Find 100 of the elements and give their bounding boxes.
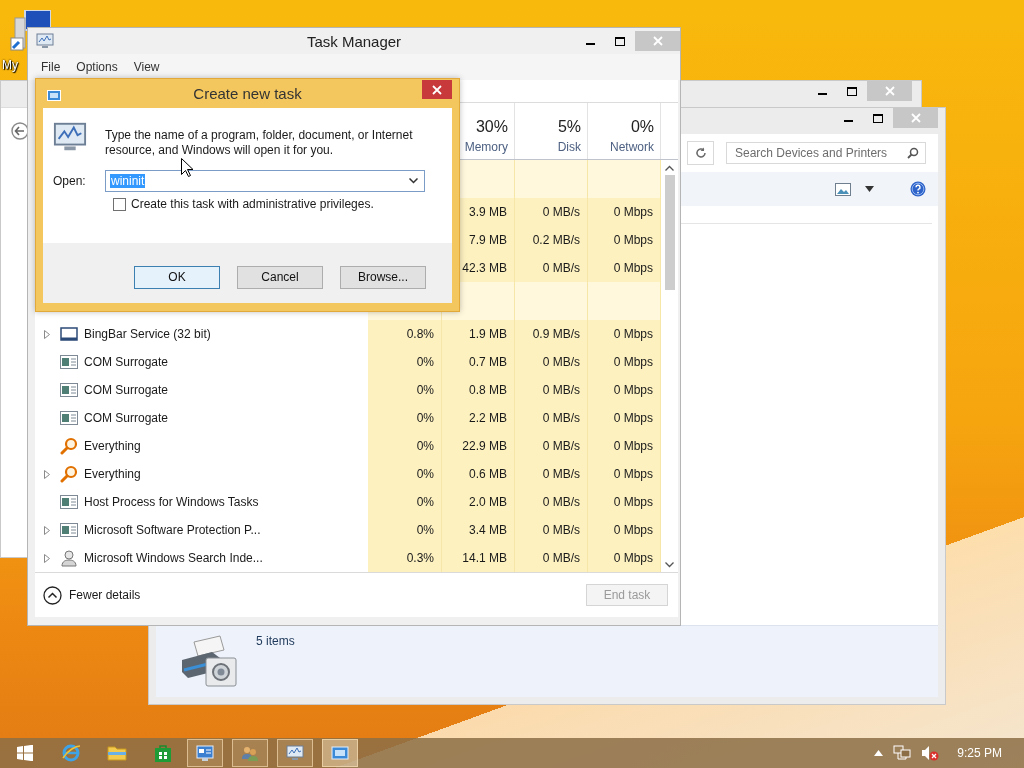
table-cell: 0 MB/s [515,254,588,282]
taskbar-button[interactable] [322,739,358,767]
process-name[interactable]: Host Process for Windows Tasks [84,495,259,509]
monitor-chart-icon [286,744,304,762]
window-icon [60,355,78,369]
table-cell: 0.2 MB/s [515,226,588,254]
close-button[interactable] [422,80,452,99]
dialog-button[interactable]: Browse... [340,265,426,289]
table-cell: 0.9 MB/s [515,320,588,348]
fewer-details-button[interactable]: Fewer details [43,585,141,605]
table-cell: 22.9 MB [442,432,515,460]
column-header[interactable]: Disk [557,140,581,154]
table-cell: 0 Mbps [588,516,661,544]
table-cell: 14.1 MB [442,544,515,572]
table-cell: 0% [368,516,442,544]
table-cell: 0 Mbps [588,226,661,254]
table-cell: 0 MB/s [515,404,588,432]
menu-item[interactable]: Options [76,60,118,74]
window-icon [60,411,78,425]
checkbox[interactable] [113,197,126,211]
window-title: Task Manager [306,32,402,50]
table-cell: 2.2 MB [442,404,515,432]
item-count: 5 items [256,634,295,648]
table-cell: 0% [368,460,442,488]
table-cell: 0.6 MB [442,460,515,488]
table-cell: 0 MB/s [515,460,588,488]
window-icon [331,746,349,760]
process-name[interactable]: COM Surrogate [84,355,169,369]
table-cell: 0 Mbps [588,376,661,404]
taskbar-button[interactable] [277,739,313,767]
browser-icon [61,743,81,763]
menu-item[interactable]: File [41,60,61,74]
dialog-title: Create new task [193,85,302,102]
users-icon [241,744,259,762]
window-icon [60,327,78,341]
process-name[interactable]: Microsoft Software Protection P... [84,523,261,537]
search-field[interactable]: Search Devices and Printers [726,142,926,164]
table-cell: 0 Mbps [588,432,661,460]
process-name[interactable]: Everything [84,439,141,453]
caret-icon [865,186,874,192]
table-cell: 0% [368,404,442,432]
close-icon [652,36,663,46]
taskbar-button[interactable] [187,739,223,767]
process-name[interactable]: COM Surrogate [84,411,169,425]
magnifier-icon [60,465,78,483]
scroll-down-icon [665,562,674,568]
table-cell: 0% [368,376,442,404]
table-cell: 0 MB/s [515,432,588,460]
table-cell: 0 Mbps [588,460,661,488]
table-cell: 0% [368,348,442,376]
table-cell: 2.0 MB [442,488,515,516]
user-icon [60,549,78,567]
muted-speaker-icon [921,745,940,761]
table-cell: 0 Mbps [588,404,661,432]
table-cell: 0.3% [368,544,442,572]
clock[interactable]: 9:25 PM [957,746,1002,760]
window-icon [60,495,78,509]
table-cell: 0% [368,488,442,516]
table-cell: 0 MB/s [515,488,588,516]
column-usage: 5% [557,118,581,136]
table-cell: 0 MB/s [515,348,588,376]
picture-frame-icon [835,182,851,196]
folder-icon [107,744,127,762]
dialog-message: Type the name of a program, folder, document, or Internet resource, and Windows will open it for you. [105,128,414,158]
search-icon [907,147,919,159]
control-panel-icon [196,744,214,762]
close-icon [884,86,895,96]
taskbar-button[interactable] [232,739,268,767]
table-cell: 0% [368,432,442,460]
help-icon [910,181,926,197]
mouse-cursor-icon [181,158,193,177]
table-cell: 0 MB/s [515,516,588,544]
checkbox-label[interactable]: Create this task with administrative privileges. [131,197,374,211]
scrollbar-thumb[interactable] [664,175,675,290]
dialog-button[interactable]: OK [134,265,220,289]
close-icon [910,113,921,123]
table-cell: 0 MB/s [515,544,588,572]
menu-item[interactable]: View [133,60,160,74]
refresh-button[interactable] [687,141,714,165]
table-cell: 0 Mbps [588,198,661,226]
table-cell: 0 Mbps [588,488,661,516]
table-cell: 0 Mbps [588,254,661,282]
process-name[interactable]: Microsoft Windows Search Inde... [84,551,263,565]
process-name[interactable]: COM Surrogate [84,383,169,397]
desktop-icon-label: My [1,58,18,72]
table-cell: 0 Mbps [588,320,661,348]
caret-up-icon [874,750,884,756]
process-name[interactable]: Everything [84,467,141,481]
table-cell: 0.7 MB [442,348,515,376]
magnifier-icon [60,437,78,455]
dialog-button[interactable]: Cancel [237,265,323,289]
window-icon [60,523,78,537]
process-name[interactable]: BingBar Service (32 bit) [84,327,211,341]
chevron-up-icon [43,585,62,605]
column-header[interactable]: Memory [464,140,508,154]
table-cell: 0.8 MB [442,376,515,404]
column-header[interactable]: Network [610,140,654,154]
refresh-icon [694,147,707,159]
table-cell: 1.9 MB [442,320,515,348]
table-cell: 3.4 MB [442,516,515,544]
